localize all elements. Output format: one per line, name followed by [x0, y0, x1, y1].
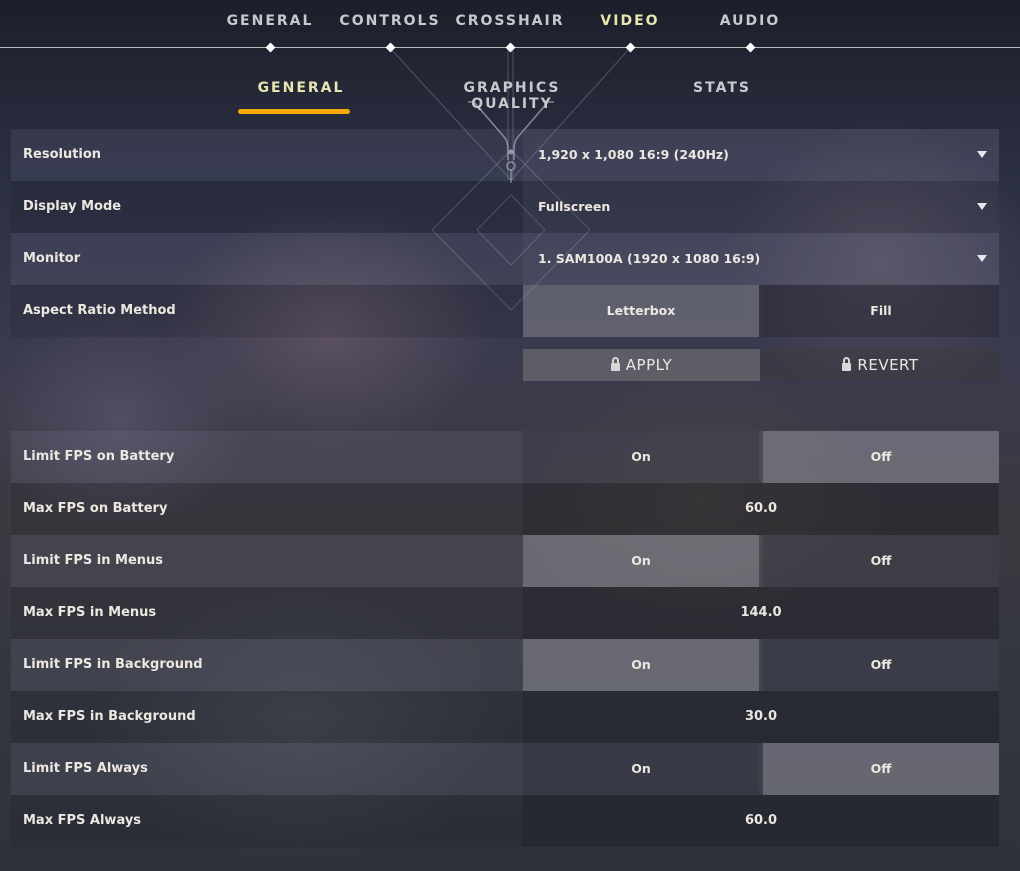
setting-label: Max FPS Always: [23, 813, 142, 828]
limit-fps-background-toggle: On Off: [523, 639, 999, 691]
setting-row-max-fps-background: Max FPS in Background 30.0: [11, 691, 999, 743]
setting-label: Max FPS in Background: [23, 709, 196, 724]
max-fps-background-input[interactable]: 30.0: [523, 691, 999, 743]
setting-label: Limit FPS on Battery: [23, 449, 175, 464]
max-fps-battery-field-wrap: 60.0: [523, 483, 999, 535]
display-mode-dropdown[interactable]: Fullscreen: [523, 181, 999, 233]
nav-diamond-icon: [745, 42, 755, 53]
limit-fps-battery-on-button[interactable]: On: [523, 431, 759, 483]
setting-row-limit-fps-menus: Limit FPS in Menus On Off: [11, 535, 999, 587]
setting-label: Limit FPS in Background: [23, 657, 203, 672]
setting-row-monitor: Monitor 1. SAM100A (1920 x 1080 16:9): [11, 233, 999, 285]
limit-fps-background-off-button[interactable]: Off: [763, 639, 999, 691]
limit-fps-background-on-button[interactable]: On: [523, 639, 759, 691]
apply-button[interactable]: APPLY: [523, 349, 760, 381]
setting-row-resolution: Resolution 1,920 x 1,080 16:9 (240Hz): [11, 129, 999, 181]
monitor-dropdown[interactable]: 1. SAM100A (1920 x 1080 16:9): [523, 233, 999, 285]
limit-fps-always-toggle: On Off: [523, 743, 999, 795]
limit-fps-always-off-button[interactable]: Off: [763, 743, 999, 795]
limit-fps-battery-toggle: On Off: [523, 431, 999, 483]
setting-row-aspect-ratio: Aspect Ratio Method Letterbox Fill: [11, 285, 999, 337]
dropdown-value: Fullscreen: [538, 199, 611, 214]
chevron-down-icon: [977, 255, 987, 262]
resolution-dropdown[interactable]: 1,920 x 1,080 16:9 (240Hz): [523, 129, 999, 181]
tab-stats[interactable]: STATS: [680, 80, 764, 96]
setting-label: Max FPS in Menus: [23, 605, 157, 620]
setting-label: Limit FPS Always: [23, 761, 148, 776]
setting-row-limit-fps-always: Limit FPS Always On Off: [11, 743, 999, 795]
chevron-down-icon: [977, 151, 987, 158]
lock-icon: [842, 357, 852, 371]
setting-row-limit-fps-background: Limit FPS in Background On Off: [11, 639, 999, 691]
active-tab-underline: [238, 109, 350, 114]
setting-row-display-mode: Display Mode Fullscreen: [11, 181, 999, 233]
nav-diamond-icon: [625, 42, 635, 53]
top-nav: GENERAL CONTROLS CROSSHAIR VIDEO AUDIO: [0, 0, 1020, 53]
max-fps-battery-input[interactable]: 60.0: [523, 483, 999, 535]
aspect-ratio-letterbox-button[interactable]: Letterbox: [523, 285, 759, 337]
max-fps-background-field-wrap: 30.0: [523, 691, 999, 743]
nav-diamond-icon: [385, 42, 395, 53]
apply-label: APPLY: [625, 356, 673, 374]
setting-label: Resolution: [23, 147, 102, 162]
setting-label: Monitor: [23, 251, 81, 266]
max-fps-menus-field-wrap: 144.0: [523, 587, 999, 639]
limit-fps-battery-off-button[interactable]: Off: [763, 431, 999, 483]
setting-row-max-fps-battery: Max FPS on Battery 60.0: [11, 483, 999, 535]
limit-fps-menus-off-button[interactable]: Off: [763, 535, 999, 587]
chevron-down-icon: [977, 203, 987, 210]
nav-diamond-icon: [265, 42, 275, 53]
top-nav-general[interactable]: GENERAL: [210, 13, 330, 29]
top-nav-video[interactable]: VIDEO: [570, 13, 690, 29]
max-fps-always-field-wrap: 60.0: [523, 795, 999, 847]
limit-fps-menus-toggle: On Off: [523, 535, 999, 587]
tab-graphics-quality[interactable]: GRAPHICS QUALITY: [420, 80, 604, 112]
limit-fps-menus-on-button[interactable]: On: [523, 535, 759, 587]
setting-row-max-fps-menus: Max FPS in Menus 144.0: [11, 587, 999, 639]
aspect-ratio-toggle: Letterbox Fill: [523, 285, 999, 337]
aspect-ratio-fill-button[interactable]: Fill: [763, 285, 999, 337]
revert-button[interactable]: REVERT: [762, 349, 999, 381]
lock-icon: [610, 357, 620, 371]
setting-row-limit-fps-battery: Limit FPS on Battery On Off: [11, 431, 999, 483]
revert-label: REVERT: [857, 356, 919, 374]
tab-general[interactable]: GENERAL: [238, 80, 364, 96]
setting-label: Display Mode: [23, 199, 122, 214]
top-nav-audio[interactable]: AUDIO: [690, 13, 810, 29]
setting-label: Max FPS on Battery: [23, 501, 168, 516]
nav-diamond-icon: [505, 42, 515, 53]
top-nav-crosshair[interactable]: CROSSHAIR: [450, 13, 570, 29]
setting-label: Aspect Ratio Method: [23, 303, 176, 318]
top-nav-controls[interactable]: CONTROLS: [330, 13, 450, 29]
dropdown-value: 1. SAM100A (1920 x 1080 16:9): [538, 251, 761, 266]
max-fps-always-input[interactable]: 60.0: [523, 795, 999, 847]
dropdown-value: 1,920 x 1,080 16:9 (240Hz): [538, 147, 729, 162]
setting-label: Limit FPS in Menus: [23, 553, 164, 568]
limit-fps-always-on-button[interactable]: On: [523, 743, 759, 795]
setting-row-max-fps-always: Max FPS Always 60.0: [11, 795, 999, 847]
max-fps-menus-input[interactable]: 144.0: [523, 587, 999, 639]
